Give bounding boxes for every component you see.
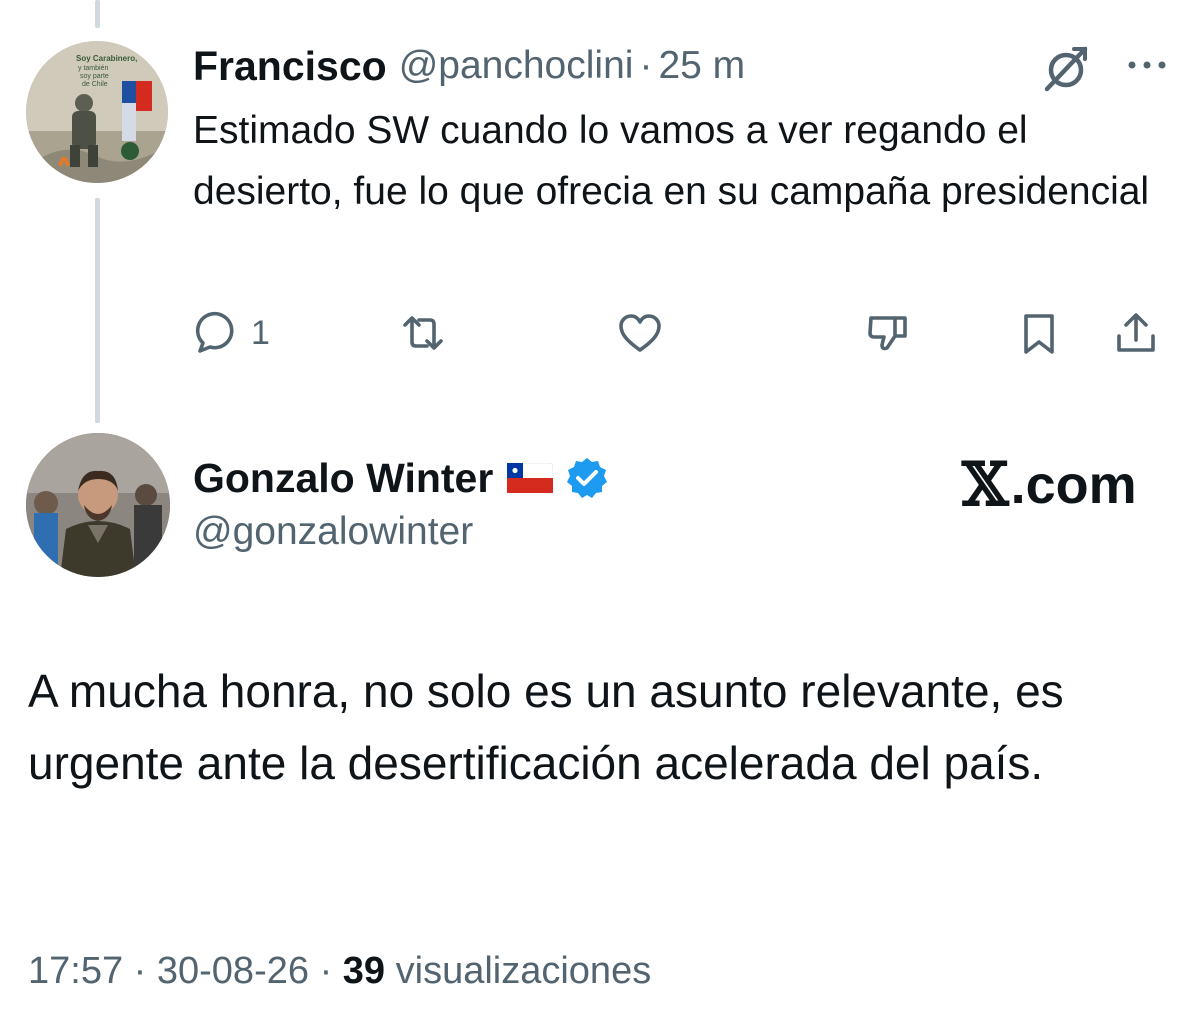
downvote-button[interactable] [865,303,911,363]
thumbs-down-icon [868,316,907,351]
heart-icon [619,314,661,352]
reply-icon [195,311,234,353]
brand-logo: 𝕏 .com [962,450,1137,520]
brand-suffix: .com [1010,455,1137,515]
more-icon[interactable] [1125,52,1169,78]
reply-author-name[interactable]: Francisco [193,43,387,90]
avatar-text-3: soy parte [80,73,109,80]
reply-count: 1 [251,313,270,352]
views-count: 39 [342,950,386,992]
tweet-time[interactable]: 17:57 [28,950,123,992]
bookmark-icon [1024,314,1054,354]
bookmark-button[interactable] [1016,303,1062,363]
retweet-icon [403,316,443,350]
reply-avatar[interactable]: Soy Carabinero, y también soy parte de C… [26,41,168,183]
main-avatar-image [26,433,170,577]
views-label: visualizaciones [395,950,652,992]
share-icon [1117,313,1155,352]
retweet-button[interactable] [400,303,446,363]
verified-badge-icon[interactable] [565,456,609,500]
main-header: Gonzalo Winter [193,451,609,505]
main-author-name[interactable]: Gonzalo Winter [193,455,493,502]
avatar-text-1: Soy Carabinero, [76,54,137,63]
footer-separator-2: · [319,950,333,992]
avatar-text-2: y también [78,65,108,72]
main-avatar[interactable] [26,433,170,577]
thread-line-top [95,0,100,28]
reply-text: Estimado SW cuando lo vamos a ver regand… [193,109,1150,213]
main-author-handle[interactable]: @gonzalowinter [193,510,473,554]
thread-line [95,198,100,423]
like-button[interactable] [617,303,663,363]
reply-header: Francisco @panchoclini · 25 m [193,40,745,92]
avatar-text-4: de Chile [82,81,108,88]
chile-flag-icon [507,463,554,493]
x-logo-icon: 𝕏 [962,450,1009,520]
reply-actions: 1 [193,303,1173,363]
reply-author-handle[interactable]: @panchoclini [399,44,634,87]
reply-avatar-image: Soy Carabinero, y también soy parte de C… [26,41,168,183]
reply-button[interactable]: 1 [193,303,270,363]
grok-icon[interactable] [1040,44,1092,92]
tweet-date[interactable]: 30-08-26 [157,950,309,992]
meta-separator: · [639,44,653,87]
tweet-footer: 17:57 · 30-08-26 · 39 visualizaciones [28,950,651,993]
footer-separator: · [133,950,147,992]
reply-timestamp[interactable]: 25 m [658,44,745,87]
main-tweet-text: A mucha honra, no solo es un asunto rele… [28,665,1064,789]
reply-meta: @panchoclini · 25 m [399,44,745,88]
share-button[interactable] [1113,303,1159,363]
